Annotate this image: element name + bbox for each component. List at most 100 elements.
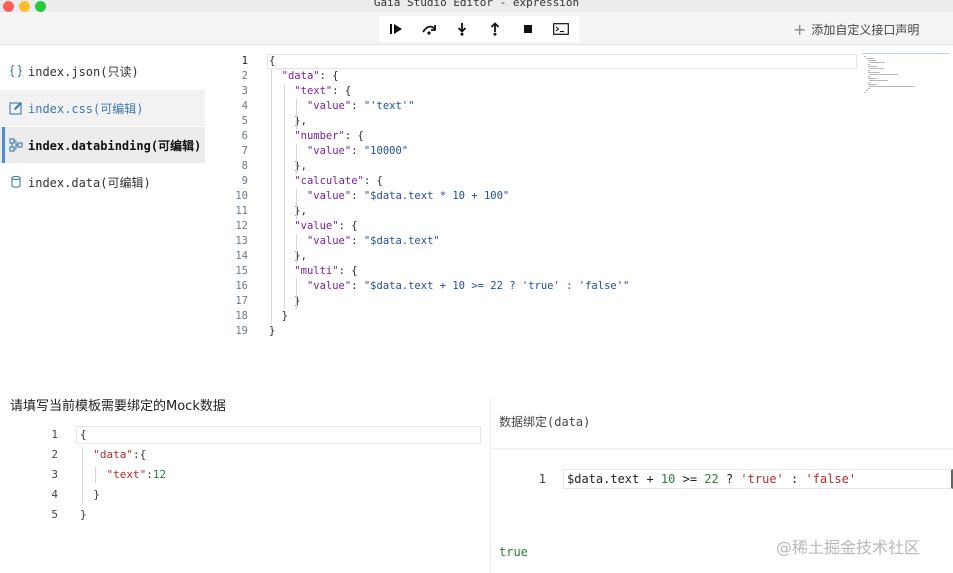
code-text: "data":{: [93, 448, 147, 461]
sidebar-item-index-databinding[interactable]: index.databinding(可编辑): [0, 127, 205, 163]
toolbar: + 添加自定义接口声明: [0, 12, 953, 45]
line-number: 11: [235, 205, 248, 217]
watermark: @稀土掘金技术社区: [776, 538, 921, 557]
code-line: 2 "data": {: [222, 69, 852, 84]
code-line: 11 },: [222, 204, 852, 219]
data-binding-label: 数据绑定(data): [499, 415, 591, 429]
line-number: 1: [538, 472, 546, 486]
code-text: "data": {: [281, 70, 339, 82]
line-number: 9: [241, 175, 248, 187]
console-button[interactable]: [544, 16, 577, 42]
braces-icon: [9, 64, 23, 78]
sidebar-item-label: index.data(可编辑): [28, 175, 151, 190]
console-icon: [552, 23, 569, 35]
mock-data-title: 请填写当前模板需要绑定的Mock数据: [10, 399, 226, 414]
sidebar-item-label: index.css(可编辑): [28, 101, 144, 116]
minimap-line: [869, 86, 916, 87]
code-line: 6 "number": {: [222, 129, 852, 144]
code-line: 7 "value": "10000": [222, 144, 852, 159]
editor-minimap[interactable]: [862, 53, 950, 98]
window-title: Gaia Studio Editor - expression: [373, 0, 580, 9]
indent-guide: [271, 69, 272, 324]
expression-editor[interactable]: 1 $data.text + 10 >= 22 ? 'true' : 'fals…: [491, 469, 953, 489]
code-text: }: [80, 508, 87, 521]
line-number: 1: [51, 428, 58, 441]
minimap-line: [867, 60, 876, 61]
line-number: 3: [241, 85, 248, 97]
code-line: 4 }: [40, 485, 480, 505]
code-text: "value": {: [294, 220, 358, 232]
continue-icon: [389, 24, 402, 34]
sidebar-item-index-data[interactable]: index.data(可编辑): [0, 164, 205, 200]
line-number: 4: [51, 488, 58, 501]
line-number: 19: [235, 325, 248, 337]
code-text: },: [269, 115, 307, 127]
sidebar-item-index-json[interactable]: index.json(只读): [0, 53, 205, 89]
mock-data-editor[interactable]: 1{2 "data":{3 "text":12 4 } 5}: [40, 425, 482, 525]
sidebar-item-index-css[interactable]: index.css(可编辑): [0, 90, 205, 126]
minimap-line: [869, 80, 889, 81]
minimap-line: [869, 62, 885, 63]
code-text: {: [269, 55, 276, 67]
file-sidebar: index.json(只读) index.css(可编辑) index.data…: [0, 53, 205, 201]
step-into-button[interactable]: [445, 16, 478, 42]
code-line: 5 },: [222, 114, 852, 129]
code-line: 9 "calculate": {: [222, 174, 852, 189]
minimap-line: [865, 58, 874, 59]
title-bar: Gaia Studio Editor - expression: [0, 0, 953, 12]
code-text: "text":12: [106, 468, 167, 481]
code-text: },: [269, 160, 307, 172]
code-line: 17 }: [222, 294, 852, 309]
expression-text[interactable]: $data.text + 10 >= 22 ? 'true' : 'false': [567, 469, 856, 489]
minimap-line: [869, 68, 884, 69]
step-out-button[interactable]: [478, 16, 511, 42]
code-line: 8 },: [222, 159, 852, 174]
stop-button[interactable]: [511, 16, 544, 42]
indent-guide: [82, 447, 83, 503]
code-line: 16 "value": "$data.text + 10 >= 22 ? 'tr…: [222, 279, 852, 294]
line-number: 4: [241, 100, 248, 112]
debug-controls: [379, 16, 579, 42]
line-number: 8: [241, 160, 248, 172]
plus-icon: +: [793, 19, 807, 39]
line-number: 12: [235, 220, 248, 232]
line-number: 15: [235, 265, 248, 277]
nodes-icon: [9, 138, 23, 152]
continue-button[interactable]: [379, 16, 412, 42]
indent-guide: [283, 84, 285, 309]
code-line: 13 "value": "$data.text": [222, 234, 852, 249]
line-number: 2: [51, 448, 58, 461]
code-line: 15 "multi": {: [222, 264, 852, 279]
code-line: 1{: [222, 54, 852, 69]
minimap-line: [865, 90, 868, 91]
code-text: "value": "'text'": [306, 100, 415, 112]
code-text: "value": "$data.text + 10 >= 22 ? 'true'…: [306, 280, 630, 292]
code-text: "text": {: [294, 85, 352, 97]
code-text: {: [80, 428, 87, 441]
code-line: 2 "data":{: [40, 445, 480, 465]
step-over-icon: [421, 25, 436, 35]
minimap-line: [867, 76, 870, 77]
indent-guide: [296, 144, 298, 174]
edit-icon: [9, 101, 23, 115]
sidebar-item-label: index.json(只读): [28, 64, 139, 79]
databinding-code-editor[interactable]: 1{2 "data": {3 "text": { 4 "value": "'tex…: [222, 53, 952, 343]
step-over-button[interactable]: [412, 16, 445, 42]
code-line: 19}: [222, 324, 852, 339]
indent-guide: [296, 99, 298, 129]
code-text: "value": "10000": [306, 145, 409, 157]
code-text: "multi": {: [294, 265, 358, 277]
database-icon: [9, 175, 23, 189]
minimap-line: [869, 74, 899, 75]
line-number: 16: [235, 280, 248, 292]
code-text: "value": "$data.text * 10 + 100": [306, 190, 510, 202]
sidebar-item-label: index.databinding(可编辑): [28, 138, 202, 153]
code-line: 3 "text":12: [40, 465, 480, 485]
code-line: 4 "value": "'text'": [222, 99, 852, 114]
code-line: 12 "value": {: [222, 219, 852, 234]
line-number: 17: [235, 295, 248, 307]
line-number: 7: [241, 145, 248, 157]
minimap-line: [867, 66, 878, 67]
code-text: "calculate": {: [294, 175, 383, 187]
add-interface-declaration-button[interactable]: + 添加自定义接口声明: [793, 21, 919, 38]
